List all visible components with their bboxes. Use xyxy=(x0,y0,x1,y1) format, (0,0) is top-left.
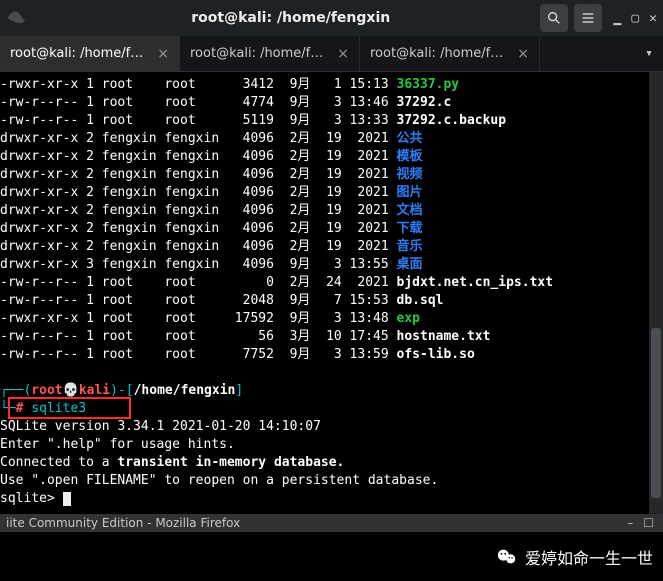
listing-row: -rw-r--r-- 1 root root 5119 9月 3 13:33 3… xyxy=(0,112,663,130)
tab-3[interactable]: root@kali: /home/fe... × xyxy=(360,36,540,71)
close-icon[interactable]: × xyxy=(337,46,349,62)
minimize-button[interactable]: ▁ xyxy=(614,11,622,26)
sqlite-connected: Connected to a transient in-memory datab… xyxy=(0,454,663,472)
tab-overflow-button[interactable]: ▾ xyxy=(635,36,663,71)
listing-row: -rw-r--r-- 1 root root 0 2月 24 2021 bjdx… xyxy=(0,274,663,292)
wechat-icon xyxy=(495,545,519,569)
scrollbar-thumb[interactable] xyxy=(651,328,661,498)
tab-2[interactable]: root@kali: /home/fe... × xyxy=(180,36,360,71)
listing-row: drwxr-xr-x 3 fengxin fengxin 4096 9月 3 1… xyxy=(0,256,663,274)
app-icon xyxy=(6,4,42,32)
listing-row: drwxr-xr-x 2 fengxin fengxin 4096 2月 19 … xyxy=(0,130,663,148)
listing-row: -rw-r--r-- 1 root root 2048 9月 7 15:53 d… xyxy=(0,292,663,310)
listing-row: -rw-r--r-- 1 root root 7752 9月 3 13:59 o… xyxy=(0,346,663,364)
firefox-titlebar-fragment: iite Community Edition - Mozilla Firefox… xyxy=(0,514,663,532)
menu-button[interactable] xyxy=(574,4,602,32)
tab-bar: root@kali: /home/fe... × root@kali: /hom… xyxy=(0,36,663,72)
firefox-window-controls[interactable]: – ☐ xyxy=(627,516,657,530)
sqlite-prompt: sqlite> xyxy=(0,490,663,508)
tab-label: root@kali: /home/fe... xyxy=(190,46,329,61)
maximize-button[interactable]: ▢ xyxy=(631,11,639,26)
listing-row: -rw-r--r-- 1 root root 56 3月 10 17:45 ho… xyxy=(0,328,663,346)
listing-row: drwxr-xr-x 2 fengxin fengxin 4096 2月 19 … xyxy=(0,148,663,166)
scrollbar[interactable] xyxy=(649,72,663,514)
close-button[interactable]: ✕ xyxy=(649,11,657,26)
sqlite-hint: Enter ".help" for usage hints. xyxy=(0,436,663,454)
tab-label: root@kali: /home/fe... xyxy=(370,46,509,61)
sqlite-open-hint: Use ".open FILENAME" to reopen on a pers… xyxy=(0,472,663,490)
watermark-text: 爱婷如命一生一世 xyxy=(525,545,653,569)
listing-row: drwxr-xr-x 2 fengxin fengxin 4096 2月 19 … xyxy=(0,184,663,202)
prompt-line-2: └─# sqlite3 xyxy=(0,400,663,418)
tab-label: root@kali: /home/fe... xyxy=(10,46,149,61)
window-controls: ▁ ▢ ✕ xyxy=(614,11,657,26)
close-icon[interactable]: × xyxy=(517,46,529,62)
close-icon[interactable]: × xyxy=(157,46,169,62)
window-title: root@kali: /home/fengxin xyxy=(48,10,534,26)
listing-row: drwxr-xr-x 2 fengxin fengxin 4096 2月 19 … xyxy=(0,166,663,184)
sqlite-version: SQLite version 3.34.1 2021-01-20 14:10:0… xyxy=(0,418,663,436)
listing-row: -rwxr-xr-x 1 root root 17592 9月 3 13:48 … xyxy=(0,310,663,328)
listing-row: drwxr-xr-x 2 fengxin fengxin 4096 2月 19 … xyxy=(0,202,663,220)
listing-row: -rw-r--r-- 1 root root 4774 9月 3 13:46 3… xyxy=(0,94,663,112)
search-button[interactable] xyxy=(540,4,568,32)
cursor xyxy=(63,492,71,506)
titlebar: root@kali: /home/fengxin ▁ ▢ ✕ xyxy=(0,0,663,36)
prompt-line-1: ┌──(root💀kali)-[/home/fengxin] xyxy=(0,382,663,400)
terminal[interactable]: -rwxr-xr-x 1 root root 3412 9月 1 15:13 3… xyxy=(0,72,663,514)
listing-row: drwxr-xr-x 2 fengxin fengxin 4096 2月 19 … xyxy=(0,238,663,256)
tab-1[interactable]: root@kali: /home/fe... × xyxy=(0,36,180,71)
watermark: 爱婷如命一生一世 xyxy=(0,532,663,581)
listing-row: -rwxr-xr-x 1 root root 3412 9月 1 15:13 3… xyxy=(0,76,663,94)
listing-row: drwxr-xr-x 2 fengxin fengxin 4096 2月 19 … xyxy=(0,220,663,238)
firefox-title: iite Community Edition - Mozilla Firefox xyxy=(6,516,240,530)
